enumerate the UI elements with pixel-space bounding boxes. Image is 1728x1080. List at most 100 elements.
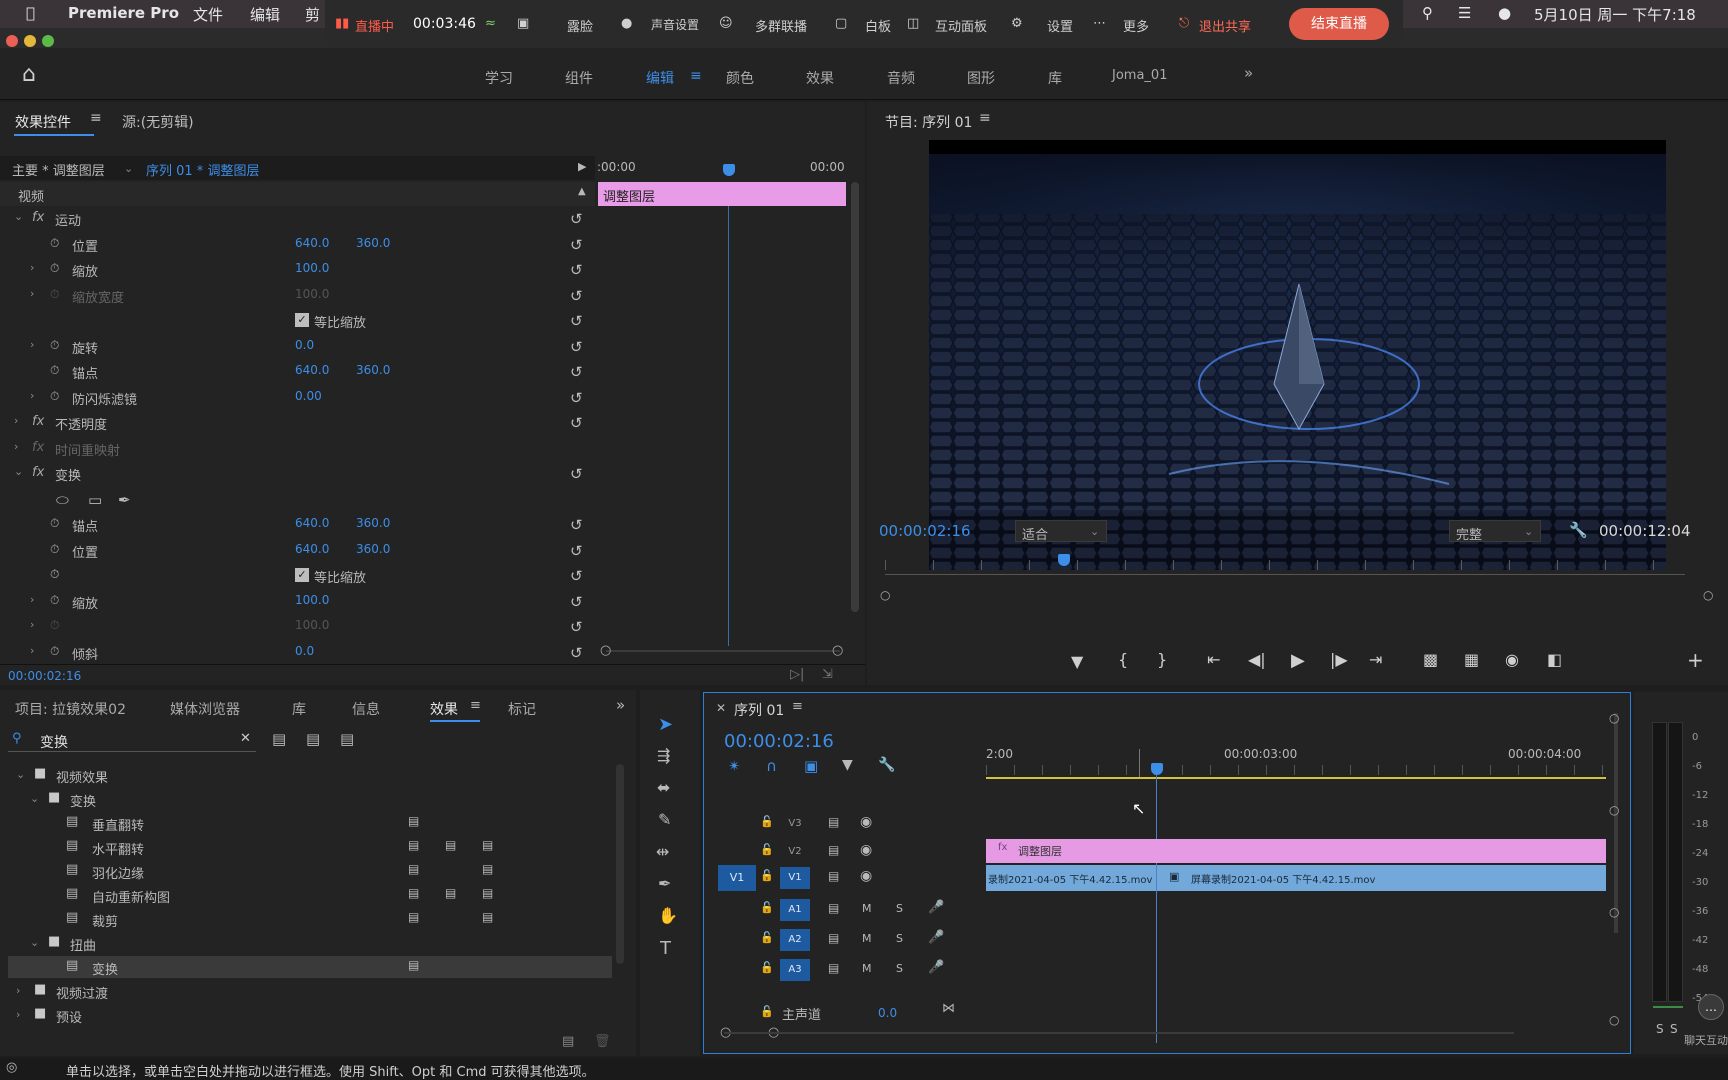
stopwatch-icon[interactable]: ⏱ [50,542,59,557]
video-frame[interactable] [929,154,1666,570]
mic-icon[interactable]: 🎤 [928,900,944,915]
step-back-icon[interactable]: ◀| [1248,650,1266,669]
wrench-icon[interactable]: 🔧 [1569,521,1588,539]
program-menu-icon[interactable]: ≡ [979,110,991,126]
effects-search[interactable]: ⚲ 变换 ✕ [8,728,256,752]
effects-tree-item[interactable]: ▤ 垂直翻转 ▤ [8,812,612,834]
uniform-scale-checkbox[interactable]: ✓ [295,568,309,582]
eye-icon[interactable]: ◉ [860,842,872,858]
lock-icon[interactable]: 🔓 [760,961,774,974]
effect-value-1[interactable]: 100.0 [295,261,329,275]
track-label-a1[interactable]: A1 [780,899,810,921]
master-volume[interactable]: 0.0 [878,1006,897,1020]
sync-lock-icon[interactable]: ▤ [828,901,839,915]
effects-menu-icon[interactable]: ≡ [470,698,481,713]
reset-parameter-icon[interactable]: ↺ [570,312,583,330]
mic-icon[interactable]: 🎤 [928,930,944,945]
effect-value-1[interactable]: 640.0 [295,236,329,250]
clip-adjustment-layer[interactable]: fx 调整图层 [986,839,1606,863]
program-timecode[interactable]: 00:00:02:16 [879,522,971,540]
solo-right-button[interactable]: S [1670,1022,1678,1036]
lock-icon[interactable]: 🔓 [760,869,774,882]
reset-parameter-icon[interactable]: ↺ [570,542,583,560]
effect-value-2[interactable]: 360.0 [356,236,390,250]
stopwatch-icon[interactable]: ⏱ [50,567,59,582]
vscroll-handle-bottom[interactable]: ○ [1609,803,1619,817]
reset-parameter-icon[interactable]: ↺ [570,287,583,305]
type-tool-icon[interactable]: T [660,938,671,959]
timeline-hscroll[interactable] [724,1032,1514,1034]
effect-value-1[interactable]: 0.00 [295,389,322,403]
workspace-learn[interactable]: 学习 [485,68,513,88]
reset-parameter-icon[interactable]: ↺ [570,465,583,483]
track-label-v3[interactable]: V3 [780,813,810,835]
master-lock-icon[interactable]: 🔓 [760,1005,774,1018]
program-playhead[interactable] [1058,554,1070,566]
stopwatch-icon[interactable]: ⏱ [50,516,59,531]
program-zoom-left[interactable]: ○ [880,588,890,602]
effect-value-1[interactable]: 100.0 [295,287,329,301]
expand-chevron-icon[interactable]: › [30,389,34,402]
clip-b[interactable]: ▣ 屏幕录制2021-04-05 下午4.42.15.mov [1157,865,1606,891]
whiteboard-icon[interactable]: ▢ [835,16,847,31]
new-bin-icon[interactable]: ▤ [562,1034,574,1049]
master-clip-label[interactable]: 主要 * 调整图层 [12,160,105,179]
effect-value-1[interactable]: 100.0 [295,618,329,632]
snap-icon[interactable]: ∩ [766,757,777,775]
play-only-icon[interactable]: ▶ [578,160,586,173]
gear-icon[interactable]: ⚙ [1011,16,1023,31]
track-select-tool-icon[interactable]: ⇶ [657,746,670,765]
vscroll-audio-bottom[interactable]: ○ [1609,1013,1619,1027]
program-zoom-right[interactable]: ○ [1703,588,1713,602]
vscroll-audio-top[interactable]: ○ [1609,905,1619,919]
exit-share-button[interactable]: 退出共享 [1199,16,1251,35]
workspace-libraries[interactable]: 库 [1048,68,1062,88]
reset-parameter-icon[interactable]: ↺ [570,261,583,279]
workspace-editing[interactable]: 编辑 [646,68,674,88]
workspace-menu-icon[interactable]: ≡ [690,68,702,84]
project-tab-1[interactable]: 媒体浏览器 [170,699,240,719]
ec-zoom-track[interactable] [606,650,840,652]
solo-button[interactable]: S [896,962,903,975]
chat-icon[interactable]: ◫ [907,16,919,31]
workspace-color[interactable]: 颜色 [726,68,754,88]
tab-source[interactable]: 源:(无剪辑) [122,112,194,132]
menu-file[interactable]: 文件 [193,4,223,25]
eye-icon[interactable]: ◉ [860,814,872,830]
livebar-interact[interactable]: 互动面板 [935,16,987,35]
rectangle-mask-icon[interactable]: ▭ [88,491,102,509]
menu-app-name[interactable]: Premiere Pro [68,4,179,22]
pen-tool-icon[interactable]: ✒ [658,874,671,893]
sync-lock-icon[interactable]: ▤ [828,815,839,829]
workspace-assembly[interactable]: 组件 [565,68,593,88]
add-marker-icon[interactable]: ▼ [1071,652,1083,671]
expand-chevron-icon[interactable]: › [30,287,34,300]
reset-parameter-icon[interactable]: ↺ [570,414,583,432]
sequence-menu-icon[interactable]: ≡ [792,699,803,714]
expand-chevron-icon[interactable]: ⌄ [14,465,23,478]
sync-lock-icon[interactable]: ▤ [828,843,839,857]
program-title[interactable]: 节目: 序列 01 [885,112,972,132]
effects-tree-item[interactable]: ▤ 自动重新构图 ▤ ▤ ▤ [8,884,612,906]
sequence-tab[interactable]: 序列 01 [734,700,784,720]
expand-chevron-icon[interactable]: › [30,644,34,657]
effects-search-input[interactable]: 变换 [40,732,68,752]
track-label-a2[interactable]: A2 [780,929,810,951]
workspace-audio[interactable]: 音频 [887,68,915,88]
effects-tree-item[interactable]: ▤ 羽化边缘 ▤ ▤ [8,860,612,882]
expand-chevron-icon[interactable]: › [30,618,34,631]
project-tab-3[interactable]: 信息 [352,699,380,719]
effects-tree-item[interactable]: ▤ 裁剪 ▤ ▤ [8,908,612,930]
search-icon[interactable]: ⚲ [1422,4,1433,22]
fx-toggle-icon[interactable]: fx [32,210,44,225]
reset-parameter-icon[interactable]: ↺ [570,618,583,636]
32bit-effects-icon[interactable]: ▤ [306,730,320,748]
reset-parameter-icon[interactable]: ↺ [570,363,583,381]
extract-icon[interactable]: ▦ [1464,650,1479,669]
ec-zoom-handle-left[interactable]: ○ [600,643,611,658]
mute-button[interactable]: M [862,962,872,975]
chat-bubble-icon[interactable]: … [1698,994,1724,1020]
lock-icon[interactable]: 🔓 [760,901,774,914]
effect-value-2[interactable]: 360.0 [356,542,390,556]
effect-value-1[interactable]: 0.0 [295,338,314,352]
